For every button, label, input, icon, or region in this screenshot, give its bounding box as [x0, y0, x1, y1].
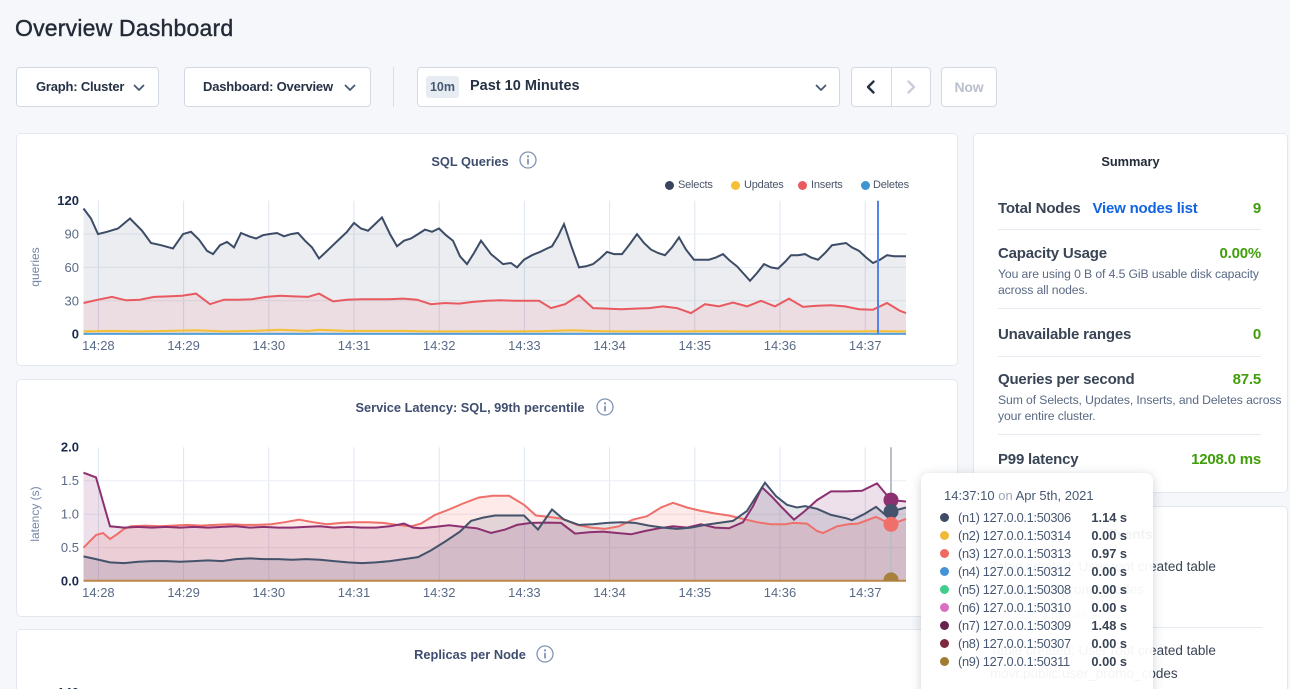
svg-text:latency (s): latency (s)	[28, 486, 42, 541]
svg-text:14:36: 14:36	[764, 585, 797, 600]
svg-text:14:29: 14:29	[167, 585, 200, 600]
svg-text:14:35: 14:35	[679, 585, 712, 600]
svg-text:14:29: 14:29	[167, 338, 200, 353]
svg-text:queries: queries	[28, 247, 42, 286]
svg-text:0.0: 0.0	[61, 574, 79, 589]
svg-text:14:35: 14:35	[679, 338, 712, 353]
svg-text:14:37: 14:37	[849, 338, 882, 353]
svg-text:14:30: 14:30	[253, 585, 286, 600]
svg-text:14:31: 14:31	[338, 338, 371, 353]
svg-text:14:33: 14:33	[508, 585, 541, 600]
svg-text:2.0: 2.0	[61, 440, 79, 455]
svg-text:14:28: 14:28	[82, 338, 115, 353]
svg-text:14:34: 14:34	[593, 338, 626, 353]
svg-text:14:37: 14:37	[849, 585, 882, 600]
svg-text:60: 60	[65, 260, 79, 275]
svg-text:1.0: 1.0	[61, 507, 79, 522]
svg-text:14:28: 14:28	[82, 585, 115, 600]
svg-text:120: 120	[57, 193, 79, 208]
svg-text:14:36: 14:36	[764, 338, 797, 353]
svg-text:14:30: 14:30	[253, 338, 286, 353]
svg-text:90: 90	[65, 227, 79, 242]
svg-text:14:34: 14:34	[593, 585, 626, 600]
svg-text:14:32: 14:32	[423, 338, 456, 353]
svg-text:14:31: 14:31	[338, 585, 371, 600]
svg-text:14:32: 14:32	[423, 585, 456, 600]
svg-text:14:33: 14:33	[508, 338, 541, 353]
svg-text:30: 30	[65, 293, 79, 308]
svg-text:0: 0	[72, 327, 79, 342]
svg-text:1.5: 1.5	[61, 473, 79, 488]
svg-text:0.5: 0.5	[61, 540, 79, 555]
